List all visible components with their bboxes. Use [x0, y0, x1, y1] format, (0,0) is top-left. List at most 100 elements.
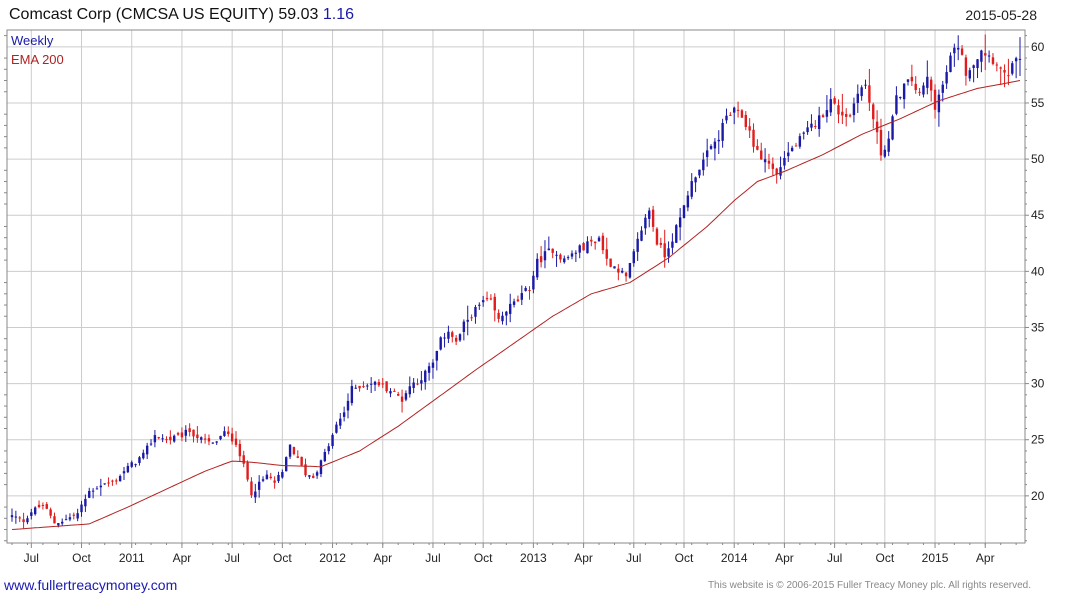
- candle-up: [817, 115, 821, 130]
- candle-up: [277, 474, 280, 482]
- candle-down: [528, 290, 531, 292]
- candle-down: [605, 249, 608, 259]
- website-link[interactable]: www.fullertreacymoney.com: [4, 577, 177, 593]
- candle-down: [663, 243, 666, 258]
- candle-up: [810, 123, 813, 128]
- candle-up: [288, 444, 292, 457]
- candle-up: [369, 383, 373, 385]
- candle-down: [960, 48, 964, 55]
- candle-up: [628, 263, 632, 278]
- candle-up: [725, 115, 728, 121]
- candle-up: [420, 380, 423, 384]
- candle-up: [968, 70, 971, 79]
- candle-down: [485, 297, 489, 300]
- candle-down: [590, 239, 593, 242]
- candle-up: [717, 139, 720, 142]
- candle-up: [122, 471, 126, 474]
- x-tick-label: Oct: [273, 551, 292, 565]
- candle-up: [763, 159, 767, 163]
- candle-down: [115, 480, 118, 482]
- candle-up: [980, 50, 983, 62]
- candle-up: [389, 391, 392, 394]
- candle-up: [331, 434, 334, 447]
- candle-down: [582, 243, 585, 251]
- candle-down: [358, 385, 361, 389]
- candle-up: [806, 127, 809, 133]
- x-tick-label: Jul: [425, 551, 440, 565]
- candle-up: [200, 437, 203, 440]
- candle-up: [261, 479, 265, 481]
- candle-up: [1014, 58, 1018, 62]
- candle-up: [68, 517, 72, 520]
- candle-up: [211, 442, 215, 444]
- candle-up: [578, 245, 581, 253]
- candle-up: [346, 400, 350, 411]
- candle-up: [30, 512, 33, 516]
- candle-down: [655, 228, 659, 245]
- candle-down: [37, 504, 41, 508]
- candle-up: [265, 474, 269, 480]
- candle-up: [640, 230, 643, 241]
- candle-up: [327, 446, 330, 452]
- candle-up: [435, 350, 439, 361]
- candle-down: [814, 125, 817, 127]
- candle-down: [165, 439, 168, 441]
- candle-up: [439, 337, 442, 350]
- candle-up: [315, 472, 319, 476]
- x-tick-label: Oct: [72, 551, 91, 565]
- candle-up: [926, 76, 929, 88]
- x-tick-label: Jul: [24, 551, 39, 565]
- candle-up: [76, 513, 79, 519]
- candle-down: [45, 504, 48, 509]
- candle-down: [300, 456, 303, 466]
- candle-up: [621, 270, 624, 273]
- candle-up: [829, 99, 832, 113]
- candle-up: [95, 488, 99, 490]
- candle-down: [400, 396, 404, 402]
- candle-down: [914, 83, 917, 91]
- candle-up: [223, 431, 226, 436]
- candle-down: [848, 115, 852, 117]
- candle-down: [188, 428, 191, 432]
- candle-down: [1007, 75, 1010, 77]
- candle-down: [794, 145, 798, 147]
- y-tick-label: 60: [1031, 40, 1045, 54]
- ema-200-line: [11, 80, 1021, 530]
- candle-up: [145, 445, 149, 455]
- y-tick-label: 25: [1031, 433, 1045, 447]
- candle-up: [922, 85, 925, 95]
- candle-up: [721, 122, 724, 141]
- candle-up: [787, 152, 790, 157]
- candle-up: [566, 257, 570, 259]
- candle-down: [516, 299, 520, 302]
- candle-up: [443, 337, 446, 339]
- candle-up: [790, 147, 794, 152]
- candle-up: [173, 435, 176, 442]
- candle-up: [864, 84, 867, 86]
- candle-up: [57, 523, 60, 526]
- candle-up: [149, 443, 153, 445]
- candle-up: [184, 429, 187, 436]
- copyright-notice: This website is © 2006-2015 Fuller Treac…: [707, 580, 1031, 591]
- candle-up: [543, 251, 547, 261]
- candle-up: [698, 169, 701, 176]
- candle-up: [474, 307, 477, 317]
- candle-down: [744, 114, 747, 127]
- candle-up: [134, 464, 137, 466]
- candle-down: [53, 516, 56, 524]
- candle-up: [118, 475, 122, 482]
- candle-down: [157, 437, 160, 439]
- candle-down: [872, 104, 875, 120]
- candle-down: [385, 381, 388, 392]
- candle-up: [852, 103, 856, 116]
- candle-up: [887, 138, 890, 152]
- candle-up: [99, 485, 103, 488]
- candle-down: [752, 129, 755, 147]
- candle-down: [736, 109, 740, 111]
- candle-down: [964, 57, 968, 76]
- candle-down: [107, 482, 110, 484]
- candle-up: [424, 370, 427, 383]
- candle-up: [895, 95, 898, 114]
- candle-up: [161, 438, 164, 440]
- candle-up: [520, 293, 523, 300]
